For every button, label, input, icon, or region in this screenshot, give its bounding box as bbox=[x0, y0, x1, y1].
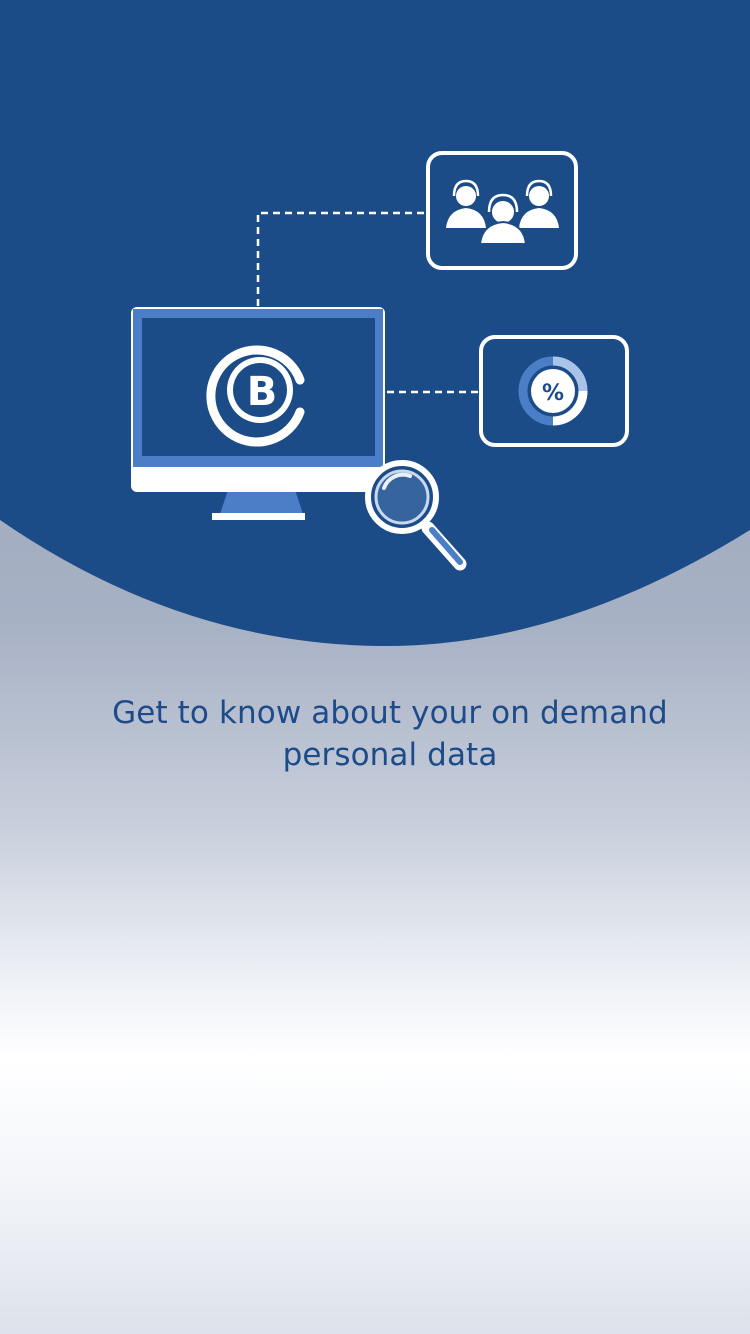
onboarding-headline: Get to know about your on demand persona… bbox=[60, 692, 720, 776]
onboarding-screen: % B Get to know about your on demand per… bbox=[0, 0, 750, 1334]
headline-line-1: Get to know about your on demand bbox=[112, 695, 668, 731]
headline-line-2: personal data bbox=[282, 737, 498, 773]
logo-letter: B bbox=[247, 369, 278, 415]
percent-chart-icon: % bbox=[518, 356, 588, 426]
percent-symbol: % bbox=[542, 381, 564, 406]
hero-illustration: % B bbox=[0, 0, 750, 647]
monitor-icon: B bbox=[131, 307, 385, 520]
